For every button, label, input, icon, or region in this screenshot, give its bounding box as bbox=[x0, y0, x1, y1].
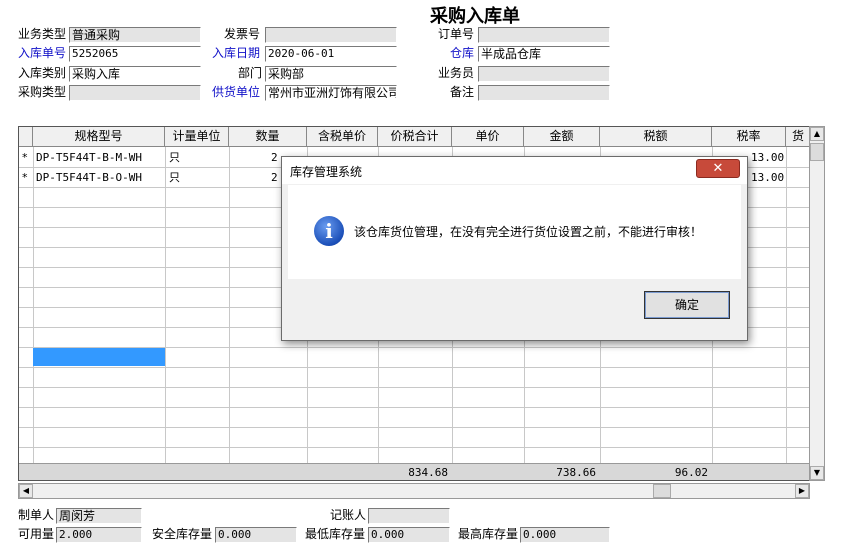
dialog-title-bar[interactable]: 库存管理系统 ✕ bbox=[282, 157, 747, 184]
dialog-message: 该仓库货位管理，在没有完全进行货位设置之前，不能进行审核！ bbox=[354, 225, 703, 239]
invoice-no-field[interactable] bbox=[265, 27, 397, 43]
total-tax: 96.02 bbox=[674, 466, 708, 479]
table-row-spec[interactable]: DP-T5F44T-B-O-WH bbox=[36, 168, 142, 188]
label-purchase-type: 采购类型 bbox=[18, 85, 67, 99]
label-biz-type: 业务类型 bbox=[18, 27, 67, 41]
label-in-type: 入库类别 bbox=[18, 66, 67, 80]
selected-cell[interactable] bbox=[33, 348, 165, 366]
form-title: 采购入库单 bbox=[430, 6, 520, 27]
purchase-type-field[interactable] bbox=[69, 85, 201, 101]
dialog-body: i 该仓库货位管理，在没有完全进行货位设置之前，不能进行审核！ bbox=[288, 185, 741, 279]
label-supplier: 供货单位 bbox=[212, 85, 261, 99]
col-header-unit[interactable]: 计量单位 bbox=[165, 127, 229, 147]
col-header-tax[interactable]: 税额 bbox=[600, 127, 712, 147]
total-tax-total: 834.68 bbox=[408, 466, 448, 479]
close-icon[interactable]: ✕ bbox=[696, 159, 740, 178]
col-header-tax-price[interactable]: 含税单价 bbox=[307, 127, 378, 147]
dialog-title: 库存管理系统 bbox=[290, 165, 363, 179]
grid-vertical-scrollbar[interactable]: ▲ ▼ bbox=[809, 126, 825, 481]
label-clerk: 业务员 bbox=[438, 66, 475, 80]
safety-stock-field[interactable]: 0.000 bbox=[215, 527, 297, 543]
min-stock-field[interactable]: 0.000 bbox=[368, 527, 450, 543]
scroll-up-icon[interactable]: ▲ bbox=[810, 127, 824, 141]
bookkeeper-field[interactable] bbox=[368, 508, 450, 524]
total-amount: 738.66 bbox=[556, 466, 596, 479]
row-header-corner bbox=[19, 127, 33, 147]
label-min-stock: 最低库存量 bbox=[305, 527, 366, 541]
supplier-field[interactable]: 常州市亚洲灯饰有限公司 bbox=[265, 85, 397, 101]
table-row-spec[interactable]: DP-T5F44T-B-M-WH bbox=[36, 148, 142, 168]
label-max-stock: 最高库存量 bbox=[458, 527, 519, 541]
label-bookkeeper: 记账人 bbox=[330, 508, 367, 522]
label-doc-date: 入库日期 bbox=[212, 46, 261, 60]
col-header-location[interactable]: 货 bbox=[786, 127, 809, 147]
label-warehouse: 仓库 bbox=[450, 46, 475, 60]
ok-button[interactable]: 确定 bbox=[644, 291, 730, 319]
label-maker: 制单人 bbox=[18, 508, 55, 522]
scroll-right-icon[interactable]: ▶ bbox=[795, 484, 809, 498]
table-row-qty[interactable]: 2 bbox=[271, 168, 278, 188]
scroll-down-icon[interactable]: ▼ bbox=[810, 466, 824, 480]
col-header-tax-rate[interactable]: 税率 bbox=[712, 127, 786, 147]
label-available: 可用量 bbox=[18, 527, 55, 541]
horizontal-scroll-thumb[interactable] bbox=[653, 484, 671, 498]
label-safety-stock: 安全库存量 bbox=[152, 527, 213, 541]
col-header-spec[interactable]: 规格型号 bbox=[33, 127, 165, 147]
table-row-unit[interactable]: 只 bbox=[169, 148, 180, 168]
label-doc-no: 入库单号 bbox=[18, 46, 67, 60]
grid-horizontal-scrollbar[interactable]: ◀ ▶ bbox=[18, 483, 810, 499]
dept-field[interactable]: 采购部 bbox=[265, 66, 397, 82]
table-row-qty[interactable]: 2 bbox=[271, 148, 278, 168]
totals-row: 834.68 738.66 96.02 bbox=[19, 463, 809, 480]
order-no-field[interactable] bbox=[478, 27, 610, 43]
table-row-unit[interactable]: 只 bbox=[169, 168, 180, 188]
label-order-no: 订单号 bbox=[438, 27, 475, 41]
vertical-scroll-thumb[interactable] bbox=[810, 143, 824, 161]
biz-type-field[interactable]: 普通采购 bbox=[69, 27, 201, 43]
row-marker: * bbox=[22, 171, 28, 184]
available-field[interactable]: 2.000 bbox=[56, 527, 142, 543]
col-header-qty[interactable]: 数量 bbox=[229, 127, 307, 147]
label-invoice-no: 发票号 bbox=[224, 27, 261, 41]
in-type-field[interactable]: 采购入库 bbox=[69, 66, 201, 82]
label-remark: 备注 bbox=[450, 85, 475, 99]
row-marker: * bbox=[22, 151, 28, 164]
info-icon: i bbox=[314, 216, 344, 246]
col-header-amount[interactable]: 金额 bbox=[524, 127, 600, 147]
max-stock-field[interactable]: 0.000 bbox=[520, 527, 610, 543]
clerk-field[interactable] bbox=[478, 66, 610, 82]
table-row-tax-rate[interactable]: 13.00 bbox=[751, 148, 784, 168]
maker-field[interactable]: 周闵芳 bbox=[56, 508, 142, 524]
remark-field[interactable] bbox=[478, 85, 610, 101]
warehouse-field[interactable]: 半成品仓库 bbox=[478, 46, 610, 62]
label-dept: 部门 bbox=[238, 66, 263, 80]
table-row-tax-rate[interactable]: 13.00 bbox=[751, 168, 784, 188]
scroll-left-icon[interactable]: ◀ bbox=[19, 484, 33, 498]
col-header-tax-total[interactable]: 价税合计 bbox=[378, 127, 452, 147]
col-header-price[interactable]: 单价 bbox=[452, 127, 524, 147]
doc-date-field[interactable]: 2020-06-01 bbox=[265, 46, 397, 62]
doc-no-field[interactable]: 5252065 bbox=[69, 46, 201, 62]
message-dialog: 库存管理系统 ✕ i 该仓库货位管理，在没有完全进行货位设置之前，不能进行审核！… bbox=[281, 156, 748, 341]
